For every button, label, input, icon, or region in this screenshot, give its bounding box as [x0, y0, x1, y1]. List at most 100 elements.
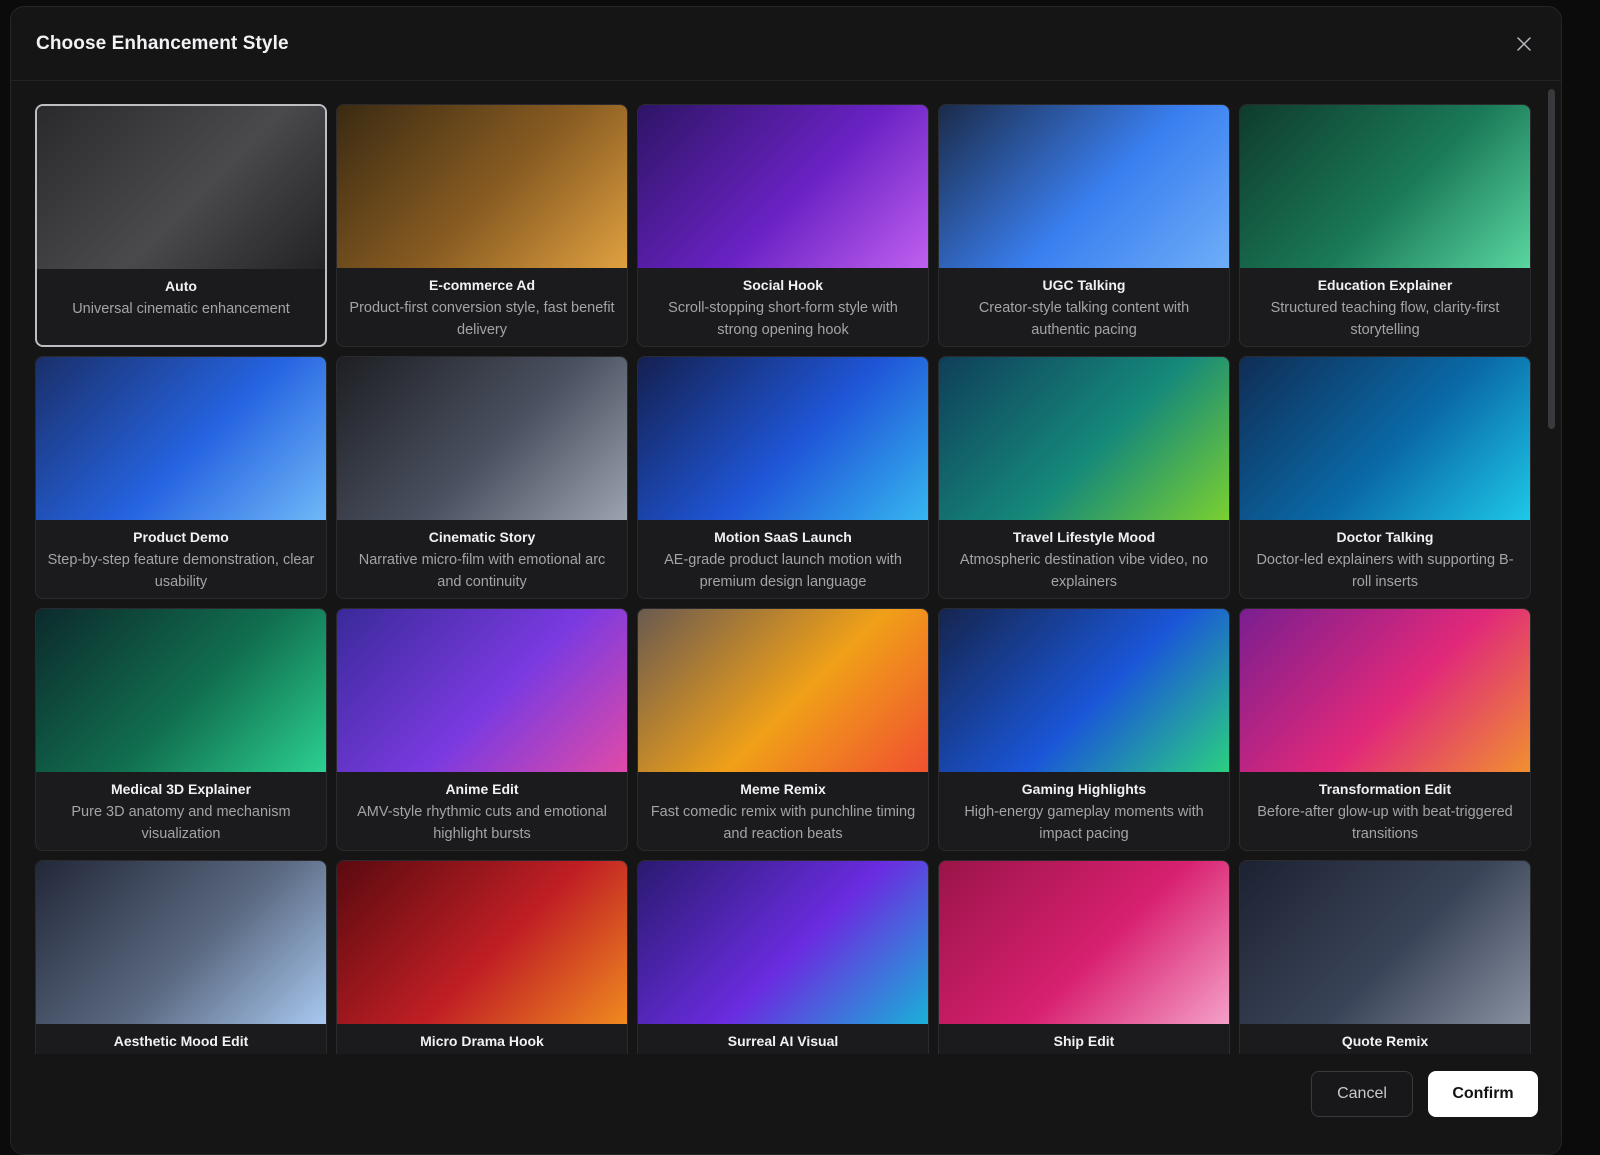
style-thumbnail [638, 609, 928, 772]
style-name: Gaming Highlights [1021, 781, 1147, 797]
style-name: Aesthetic Mood Edit [113, 1033, 249, 1049]
style-info: Gaming Highlights High-energy gameplay mo… [939, 772, 1229, 845]
style-info: Ship Edit [939, 1024, 1229, 1050]
close-icon [1517, 37, 1531, 51]
style-card[interactable]: Surreal AI Visual [637, 860, 929, 1062]
style-name: Doctor Talking [1336, 529, 1434, 545]
style-description: Step-by-step feature demonstration, clea… [47, 552, 315, 590]
style-info: Micro Drama Hook [337, 1024, 627, 1050]
enhancement-style-dialog: Choose Enhancement Style Auto Universal c… [10, 6, 1562, 1155]
style-name: UGC Talking [1042, 277, 1126, 293]
style-info: UGC Talking Creator-style talking content… [939, 268, 1229, 341]
style-name: Motion SaaS Launch [714, 529, 852, 545]
style-thumbnail [36, 861, 326, 1024]
style-card[interactable]: Cinematic Story Narrative micro-film with… [336, 356, 628, 599]
style-card[interactable]: Auto Universal cinematic enhancement [35, 104, 327, 347]
style-thumbnail [1240, 105, 1530, 268]
style-name: Transformation Edit [1318, 781, 1452, 797]
style-card[interactable]: Gaming Highlights High-energy gameplay mo… [938, 608, 1230, 851]
style-thumbnail [638, 861, 928, 1024]
style-thumbnail [638, 105, 928, 268]
style-card[interactable]: Quote Remix [1239, 860, 1531, 1062]
style-description: Doctor-led explainers with supporting B-… [1256, 552, 1514, 590]
style-name: Social Hook [742, 277, 824, 293]
style-description: Narrative micro-film with emotional arc … [358, 552, 606, 590]
style-description: Universal cinematic enhancement [72, 301, 290, 317]
style-info: Auto Universal cinematic enhancement [37, 269, 325, 320]
style-info: Transformation Edit Before-after glow-up … [1240, 772, 1530, 845]
style-name: Auto [165, 278, 197, 294]
style-thumbnail [36, 609, 326, 772]
style-info: E-commerce Ad Product-first conversion st… [337, 268, 627, 341]
style-thumbnail [939, 609, 1229, 772]
style-description: Fast comedic remix with punchline timing… [650, 804, 916, 842]
style-thumbnail [337, 357, 627, 520]
style-card[interactable]: Micro Drama Hook [336, 860, 628, 1062]
style-card[interactable]: Doctor Talking Doctor-led explainers with… [1239, 356, 1531, 599]
style-card[interactable]: Medical 3D Explainer Pure 3D anatomy and … [35, 608, 327, 851]
style-name: Medical 3D Explainer [110, 781, 252, 797]
dialog-header: Choose Enhancement Style [11, 7, 1561, 81]
style-description: High-energy gameplay moments with impact… [964, 804, 1204, 842]
style-thumbnail [1240, 609, 1530, 772]
style-name: Ship Edit [1053, 1033, 1115, 1049]
close-button[interactable] [1509, 29, 1539, 59]
style-name: Meme Remix [740, 781, 826, 797]
style-card[interactable]: Education Explainer Structured teaching f… [1239, 104, 1531, 347]
dialog-title: Choose Enhancement Style [36, 33, 289, 54]
style-grid: Auto Universal cinematic enhancement E-com… [35, 104, 1531, 1062]
style-card[interactable]: Social Hook Scroll-stopping short-form st… [637, 104, 929, 347]
style-description: Atmospheric destination vibe video, no e… [959, 552, 1209, 590]
style-card[interactable]: Motion SaaS Launch AE-grade product launc… [637, 356, 929, 599]
style-info: Travel Lifestyle Mood Atmospheric destina… [939, 520, 1229, 593]
scrollbar-thumb[interactable] [1548, 89, 1555, 429]
style-info: Medical 3D Explainer Pure 3D anatomy and … [36, 772, 326, 845]
style-info: Anime Edit AMV-style rhythmic cuts and em… [337, 772, 627, 845]
style-name: Education Explainer [1317, 277, 1453, 293]
style-name: Surreal AI Visual [727, 1033, 839, 1049]
style-thumbnail [1240, 357, 1530, 520]
style-info: Product Demo Step-by-step feature demonst… [36, 520, 326, 593]
style-card[interactable]: UGC Talking Creator-style talking content… [938, 104, 1230, 347]
style-description: Scroll-stopping short-form style with st… [668, 300, 898, 338]
style-thumbnail [1240, 861, 1530, 1024]
style-thumbnail [337, 609, 627, 772]
style-description: Creator-style talking content with authe… [978, 300, 1190, 338]
style-info: Surreal AI Visual [638, 1024, 928, 1050]
style-thumbnail [337, 105, 627, 268]
style-name: E-commerce Ad [428, 277, 536, 293]
style-info: Education Explainer Structured teaching f… [1240, 268, 1530, 341]
style-card[interactable]: Anime Edit AMV-style rhythmic cuts and em… [336, 608, 628, 851]
style-info: Motion SaaS Launch AE-grade product launc… [638, 520, 928, 593]
style-thumbnail [939, 861, 1229, 1024]
cancel-button[interactable]: Cancel [1311, 1071, 1413, 1117]
confirm-button[interactable]: Confirm [1428, 1071, 1538, 1117]
style-grid-scroll-area[interactable]: Auto Universal cinematic enhancement E-com… [11, 82, 1561, 1062]
style-card[interactable]: Ship Edit [938, 860, 1230, 1062]
style-description: Product-first conversion style, fast ben… [349, 300, 615, 338]
style-card[interactable]: Meme Remix Fast comedic remix with punchl… [637, 608, 929, 851]
style-description: AE-grade product launch motion with prem… [664, 552, 902, 590]
style-name: Travel Lifestyle Mood [1012, 529, 1156, 545]
style-info: Aesthetic Mood Edit [36, 1024, 326, 1050]
style-thumbnail [638, 357, 928, 520]
style-name: Micro Drama Hook [420, 1033, 544, 1049]
style-thumbnail [337, 861, 627, 1024]
style-name: Cinematic Story [428, 529, 536, 545]
style-card[interactable]: Product Demo Step-by-step feature demonst… [35, 356, 327, 599]
style-description: AMV-style rhythmic cuts and emotional hi… [357, 804, 607, 842]
style-card[interactable]: E-commerce Ad Product-first conversion st… [336, 104, 628, 347]
style-info: Quote Remix [1240, 1024, 1530, 1050]
style-card[interactable]: Transformation Edit Before-after glow-up … [1239, 608, 1531, 851]
style-description: Before-after glow-up with beat-triggered… [1257, 804, 1513, 842]
style-card[interactable]: Aesthetic Mood Edit [35, 860, 327, 1062]
style-description: Structured teaching flow, clarity-first … [1270, 300, 1500, 338]
style-name: Product Demo [133, 529, 229, 545]
style-info: Cinematic Story Narrative micro-film with… [337, 520, 627, 593]
style-thumbnail [37, 106, 325, 269]
style-thumbnail [939, 105, 1229, 268]
style-name: Quote Remix [1341, 1033, 1429, 1049]
style-info: Doctor Talking Doctor-led explainers with… [1240, 520, 1530, 593]
style-card[interactable]: Travel Lifestyle Mood Atmospheric destina… [938, 356, 1230, 599]
style-description: Pure 3D anatomy and mechanism visualizat… [71, 804, 291, 842]
